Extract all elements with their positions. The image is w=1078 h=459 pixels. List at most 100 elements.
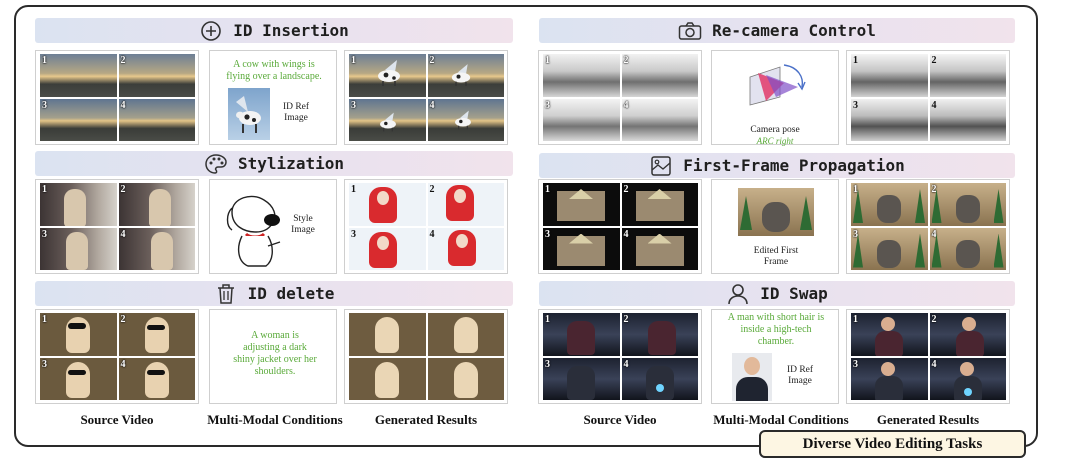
generated-results-id-insertion: 1 2 3 4: [344, 50, 508, 145]
video-frame-tile: 3: [851, 98, 928, 141]
frame-grid: 1 2 3 4: [40, 313, 195, 400]
video-frame-tile: 2: [118, 313, 195, 356]
frame-grid: 1 2 3 4: [40, 183, 195, 270]
frame-number-label: 2: [429, 55, 435, 66]
frame-grid: 1 2 3 4: [543, 54, 698, 141]
section-title: ID Swap: [760, 284, 828, 303]
frame-grid: 1 2 3 4: [349, 183, 504, 270]
video-frame-tile: 4: [118, 98, 195, 141]
condition-caption: Style Image: [291, 214, 315, 235]
condition-prompt: A man with short hair is inside a high-t…: [727, 312, 825, 347]
video-frame-tile: 3: [349, 227, 426, 270]
condition-caption: ID Ref Image: [282, 102, 310, 123]
video-frame-tile: 3: [40, 98, 117, 141]
frame-number-label: 4: [120, 99, 126, 111]
video-frame-tile: 1: [851, 183, 928, 226]
video-frame-tile: 2: [929, 313, 1006, 356]
frame-number-label: 3: [853, 228, 858, 240]
video-frame-tile: [427, 313, 504, 356]
video-frame-tile: 2: [929, 183, 1006, 226]
video-frame-tile: 1: [349, 183, 426, 226]
source-video-id-swap: 1 2 3 4: [538, 309, 702, 404]
video-frame-tile: [349, 313, 426, 356]
video-frame-tile: 2: [427, 183, 504, 226]
condition-prompt: A cow with wings is flying over a landsc…: [226, 59, 322, 82]
footer-source-video-right: Source Video: [583, 412, 657, 427]
frame-number-label: 3: [42, 358, 47, 370]
camera-icon: [678, 19, 702, 43]
frame-number-label: 1: [853, 184, 858, 195]
video-frame-tile: 3: [40, 357, 117, 400]
frame-number-label: 4: [931, 228, 937, 240]
frame-number-label: 2: [931, 314, 937, 325]
condition-id-insertion: A cow with wings is flying over a landsc…: [209, 50, 337, 145]
header-id-insertion: ID Insertion: [35, 18, 513, 43]
video-frame-tile: 3: [40, 227, 117, 270]
source-video-stylization: 1 2 3 4: [35, 179, 199, 274]
frame-number-label: 1: [42, 55, 47, 66]
header-first-frame: First-Frame Propagation: [539, 153, 1015, 178]
video-frame-tile: 1: [543, 313, 620, 356]
video-frame-tile: 2: [621, 54, 698, 97]
video-frame-tile: 3: [851, 227, 928, 270]
frame-number-label: 4: [120, 228, 126, 240]
video-frame-tile: 1: [851, 54, 928, 97]
cow-ref-image: [228, 88, 270, 140]
video-frame-tile: 1: [40, 313, 117, 356]
frame-number-label: 2: [429, 184, 435, 195]
video-frame-tile: 1: [851, 313, 928, 356]
frame-number-label: 1: [545, 55, 550, 66]
person-ref-image: [732, 353, 772, 401]
frame-number-label: 2: [120, 184, 126, 195]
frame-number-label: 2: [623, 184, 629, 195]
frame-number-label: 1: [853, 55, 858, 66]
frame-number-label: 2: [623, 55, 629, 66]
video-frame-tile: 2: [118, 54, 195, 97]
footer-results-right: Generated Results: [876, 412, 980, 427]
frame-number-label: 4: [623, 99, 629, 111]
frame-number-label: 2: [120, 55, 126, 66]
condition-subcaption: ARC right: [756, 136, 794, 146]
frame-grid: 1 2 3 4: [349, 54, 504, 141]
section-title: Stylization: [238, 154, 344, 173]
frame-number-label: 3: [351, 99, 356, 111]
footer-conditions-left: Multi-Modal Conditions: [207, 412, 343, 427]
source-video-first-frame: 1 2 3 4: [538, 179, 702, 274]
video-frame-tile: 4: [427, 98, 504, 141]
generated-results-re-camera: 1 2 3 4: [846, 50, 1010, 145]
section-title: Re-camera Control: [712, 21, 876, 40]
frame-number-label: 2: [931, 55, 937, 66]
frame-grid: 1 2 3 4: [40, 54, 195, 141]
video-frame-tile: 3: [349, 98, 426, 141]
plus-circle-icon: [199, 19, 223, 43]
image-frame-icon: [649, 154, 673, 178]
video-frame-tile: 1: [40, 54, 117, 97]
video-frame-tile: 4: [929, 357, 1006, 400]
generated-results-stylization: 1 2 3 4: [344, 179, 508, 274]
header-id-swap: ID Swap: [539, 281, 1015, 306]
person-icon: [726, 282, 750, 306]
frame-number-label: 4: [931, 358, 937, 370]
footer-source-video-left: Source Video: [80, 412, 154, 427]
camera-pose-diagram: [749, 64, 806, 106]
frame-number-label: 3: [853, 358, 858, 370]
source-video-id-insertion: 1 2 3 4: [35, 50, 199, 145]
video-frame-tile: [427, 357, 504, 400]
video-frame-tile: 1: [543, 54, 620, 97]
frame-grid: [349, 313, 504, 400]
video-frame-tile: 2: [621, 313, 698, 356]
frame-number-label: 4: [931, 99, 937, 111]
frame-number-label: 1: [42, 314, 47, 325]
video-frame-tile: 3: [851, 357, 928, 400]
frame-number-label: 1: [853, 314, 858, 325]
frame-number-label: 1: [42, 184, 47, 195]
condition-stylization: Style Image: [209, 179, 337, 274]
edited-first-frame-image: [738, 188, 814, 236]
video-frame-tile: 3: [543, 98, 620, 141]
video-frame-tile: 4: [621, 227, 698, 270]
header-re-camera: Re-camera Control: [539, 18, 1015, 43]
condition-caption: Camera pose: [750, 125, 800, 135]
style-image: [226, 195, 281, 267]
frame-number-label: 4: [120, 358, 126, 370]
video-frame-tile: 3: [543, 227, 620, 270]
